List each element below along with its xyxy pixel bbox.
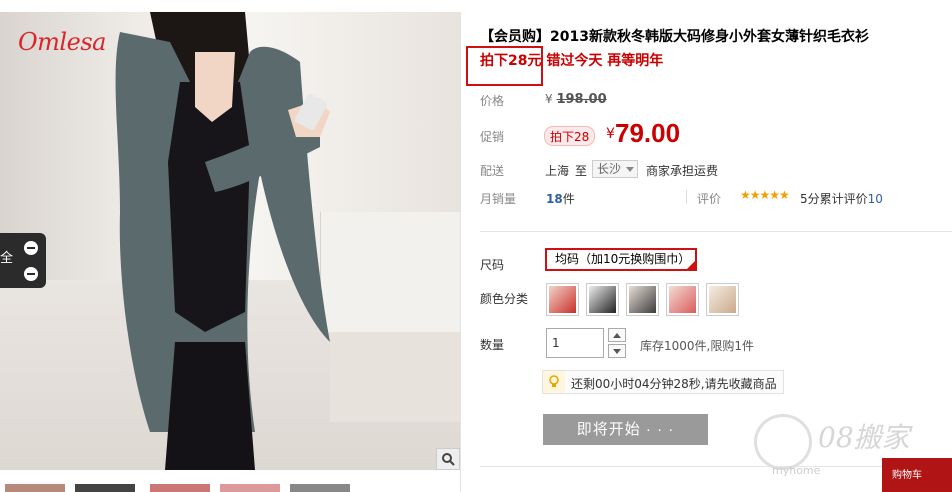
product-image[interactable]: Omlesa (0, 12, 460, 470)
brand-logo: Omlesa (18, 28, 106, 56)
thumbnail[interactable] (75, 484, 135, 492)
sales-count: 18 (546, 192, 563, 206)
promo-badge: 拍下28 (544, 126, 596, 146)
house-icon (754, 414, 812, 470)
chevron-down-icon (613, 348, 621, 354)
product-title: 【会员购】2013新款秋冬韩版大码修身小外套女薄针织毛衣衫 (480, 29, 869, 45)
ship-to-word: 至 (575, 164, 588, 178)
sales-unit: 件 (562, 192, 575, 206)
quantity-increase-button[interactable] (608, 328, 626, 342)
promo-price-label: 促销 (480, 130, 505, 144)
color-swatch[interactable] (626, 283, 659, 316)
city-select-value: 长沙 (597, 162, 622, 176)
countdown-text: 还剩00小时04分钟28秒,请先收藏商品 (571, 377, 777, 391)
collapse-icon[interactable] (24, 241, 38, 255)
selected-corner-icon (687, 261, 695, 269)
quantity-decrease-button[interactable] (608, 344, 626, 358)
city-select[interactable]: 长沙 (592, 160, 638, 178)
zoom-icon[interactable] (436, 448, 460, 470)
rating-stars: ★★★★★ (740, 188, 790, 202)
side-float-widget[interactable]: 全 (0, 233, 46, 288)
thumbnail[interactable] (150, 484, 210, 492)
color-swatch[interactable] (586, 283, 619, 316)
original-price-currency: ¥ (545, 92, 553, 106)
stock-info: 库存1000件,限购1件 (640, 339, 754, 353)
review-summary-text: 5分累计评价 (800, 192, 868, 206)
color-swatch[interactable] (546, 283, 579, 316)
monthly-sales-label: 月销量 (480, 192, 517, 206)
shipping-label: 配送 (480, 164, 505, 178)
original-price: ¥ 198.00 (545, 92, 607, 107)
section-divider (480, 231, 952, 232)
monthly-sales: 18件 (546, 190, 575, 207)
watermark-text: 08搬家 (818, 421, 910, 454)
shipping-note: 商家承担运费 (646, 164, 719, 178)
promo-highlight-box (466, 46, 543, 86)
current-price: 79.00 (615, 118, 681, 148)
color-swatch[interactable] (706, 283, 739, 316)
divider (686, 190, 687, 204)
review-summary[interactable]: 5分累计评价10 (800, 190, 883, 207)
original-price-value: 198.00 (556, 92, 607, 107)
color-swatch[interactable] (666, 283, 699, 316)
price-label: 价格 (480, 94, 505, 108)
ship-from: 上海 (545, 164, 570, 178)
chevron-up-icon (613, 332, 621, 338)
cart-tab[interactable]: 购物车 (882, 458, 952, 492)
size-option-label: 均码（加10元换购围巾） (555, 252, 691, 266)
countdown-tip: 还剩00小时04分钟28秒,请先收藏商品 (542, 370, 784, 394)
coming-soon-button[interactable]: 即将开始 · · · (543, 414, 708, 445)
collapse-icon-2[interactable] (24, 267, 38, 281)
quantity-label: 数量 (480, 338, 505, 352)
quantity-input[interactable]: 1 (546, 328, 604, 358)
thumbnail[interactable] (220, 484, 280, 492)
review-count: 10 (867, 192, 883, 206)
model-figure (115, 12, 330, 470)
review-label: 评价 (697, 192, 722, 206)
watermark-url: myhome (772, 464, 821, 477)
side-float-text: 全 (0, 251, 14, 266)
chevron-down-icon (626, 167, 634, 172)
lightbulb-icon (543, 371, 565, 393)
currency-symbol: ¥ (606, 126, 615, 142)
thumbnail[interactable] (290, 484, 350, 492)
size-label: 尺码 (480, 258, 505, 272)
column-divider (460, 12, 461, 492)
color-label: 颜色分类 (480, 292, 529, 306)
size-option-selected[interactable]: 均码（加10元换购围巾） (545, 248, 697, 271)
thumbnail[interactable] (5, 484, 65, 492)
thumbnail-strip[interactable] (0, 484, 460, 492)
